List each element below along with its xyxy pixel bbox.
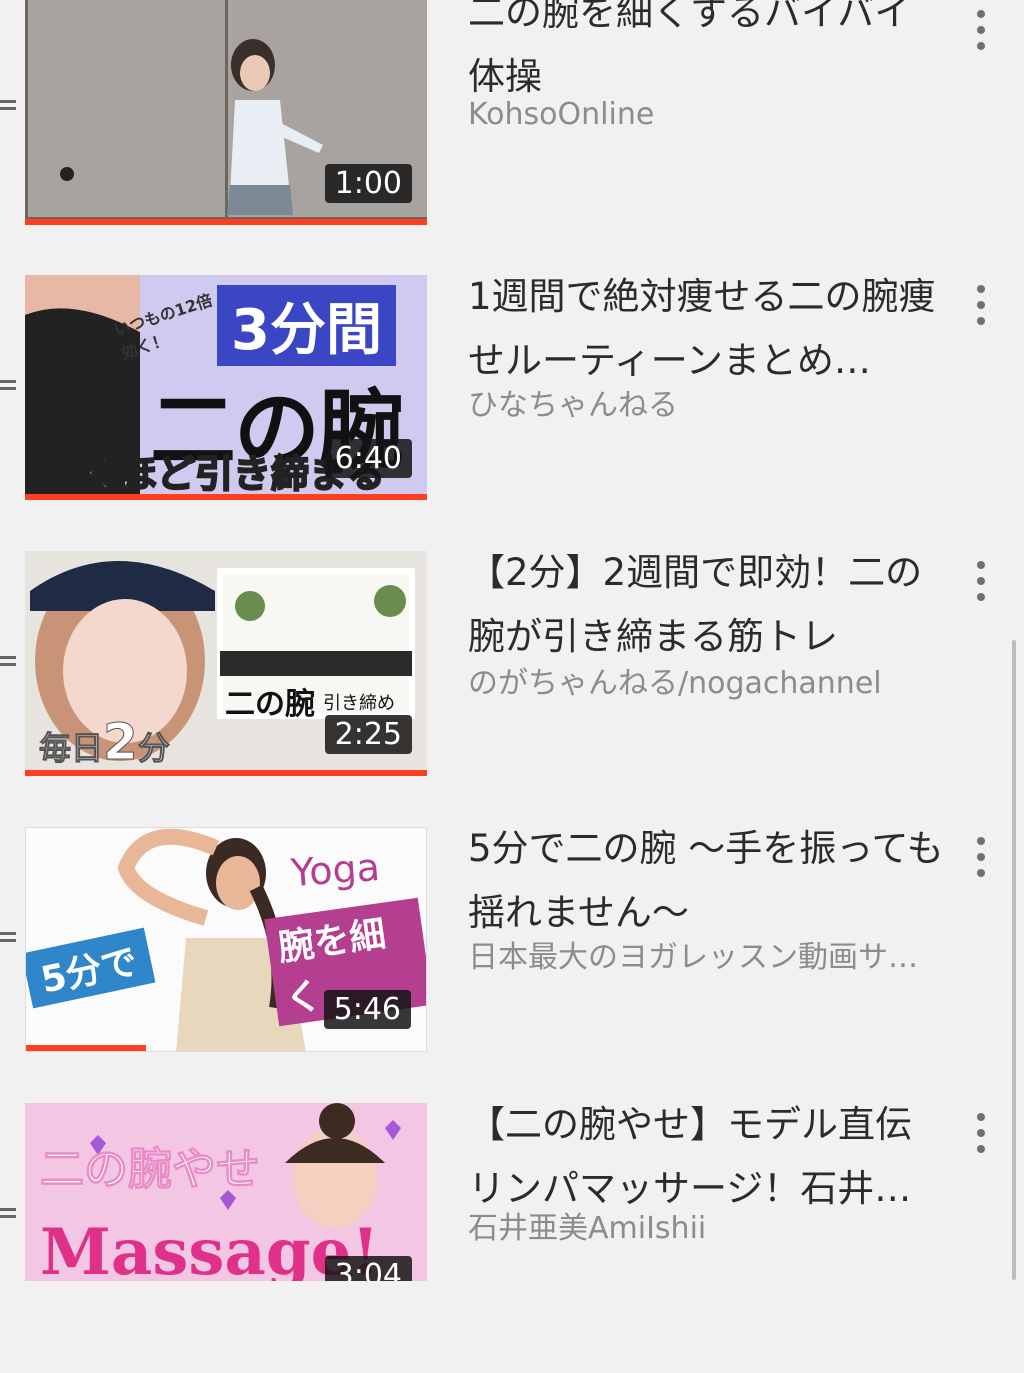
watch-progress-bar xyxy=(25,219,427,225)
drag-handle-icon[interactable] xyxy=(0,380,16,390)
more-vertical-icon[interactable] xyxy=(972,1113,990,1153)
channel-name[interactable]: KohsoOnline xyxy=(468,97,948,132)
video-title[interactable]: 【2分】2週間で即効！二の腕が引き締まる筋トレ xyxy=(468,541,948,669)
more-vertical-icon[interactable] xyxy=(972,837,990,877)
thumbnail-caption: 2 xyxy=(103,713,139,772)
video-duration: 5:46 xyxy=(323,990,411,1029)
playlist-item[interactable]: いつもの12倍効く！ 3分間 二の腕 驚くほど引き締まる 6:40 1週間で絶対… xyxy=(0,275,1024,545)
more-vertical-icon[interactable] xyxy=(972,10,990,50)
thumbnail-caption-group: 毎日2分 xyxy=(38,713,170,772)
video-thumbnail[interactable]: 二の腕やせ Massage! 3:04 xyxy=(25,1103,427,1281)
video-thumbnail[interactable]: 二の腕 引き締め 毎日2分 2:25 xyxy=(25,551,427,776)
channel-name[interactable]: のがちゃんねる/nogachannel xyxy=(468,658,948,702)
video-thumbnail[interactable]: Yoga 腕を細く 5分で 5:46 xyxy=(25,827,427,1052)
video-title[interactable]: 5分で二の腕 〜手を振っても揺れません〜 xyxy=(468,817,948,945)
thumbnail-caption: Yoga xyxy=(289,844,382,896)
thumbnail-caption: 3分間 xyxy=(217,285,396,366)
drag-handle-icon[interactable] xyxy=(0,100,16,110)
channel-name[interactable]: ひなちゃんねる xyxy=(468,380,948,424)
thumbnail-caption: 引き締め xyxy=(323,693,395,714)
playlist-item[interactable]: 二の腕やせ Massage! 3:04 【二の腕やせ】モデル直伝リンパマッサージ… xyxy=(0,1103,1024,1373)
video-title[interactable]: 1週間で絶対痩せる二の腕痩せルーティーンまとめ… xyxy=(468,265,948,393)
video-title[interactable]: 【二の腕やせ】モデル直伝リンパマッサージ！石井… xyxy=(468,1093,948,1221)
video-duration: 3:04 xyxy=(324,1256,412,1281)
video-duration: 6:40 xyxy=(324,439,412,478)
thumbnail-caption: 分 xyxy=(137,729,170,768)
playlist-item[interactable]: Yoga 腕を細く 5分で 5:46 5分で二の腕 〜手を振っても揺れません〜 … xyxy=(0,827,1024,1097)
playlist-item[interactable]: 二の腕 引き締め 毎日2分 2:25 【2分】2週間で即効！二の腕が引き締まる筋… xyxy=(0,551,1024,821)
person-illustration xyxy=(227,39,323,215)
drag-handle-icon[interactable] xyxy=(0,932,16,942)
video-thumbnail[interactable]: 1:00 xyxy=(25,0,427,225)
scrollbar[interactable] xyxy=(1012,640,1016,1280)
watch-progress-bar xyxy=(25,494,427,500)
video-duration: 1:00 xyxy=(324,164,412,203)
channel-name[interactable]: 日本最大のヨガレッスン動画サ… xyxy=(468,932,948,976)
channel-name[interactable]: 石井亜美AmiIshii xyxy=(468,1203,948,1247)
drag-handle-icon[interactable] xyxy=(0,656,16,666)
playlist-item[interactable]: 1:00 二の腕を細くするバイバイ体操 KohsoOnline xyxy=(0,0,1024,265)
watch-progress-bar xyxy=(25,770,427,776)
video-title[interactable]: 二の腕を細くするバイバイ体操 xyxy=(468,0,948,109)
video-duration: 2:25 xyxy=(324,715,412,754)
thumbnail-caption: 毎日 xyxy=(38,729,104,768)
thumbnail-caption: 二の腕やせ xyxy=(40,1144,261,1196)
more-vertical-icon[interactable] xyxy=(972,285,990,325)
watch-progress-bar xyxy=(26,1045,146,1051)
drag-handle-icon[interactable] xyxy=(0,1208,16,1218)
more-vertical-icon[interactable] xyxy=(972,561,990,601)
video-thumbnail[interactable]: いつもの12倍効く！ 3分間 二の腕 驚くほど引き締まる 6:40 xyxy=(25,275,427,500)
thumbnail-caption: 二の腕 xyxy=(225,687,315,722)
